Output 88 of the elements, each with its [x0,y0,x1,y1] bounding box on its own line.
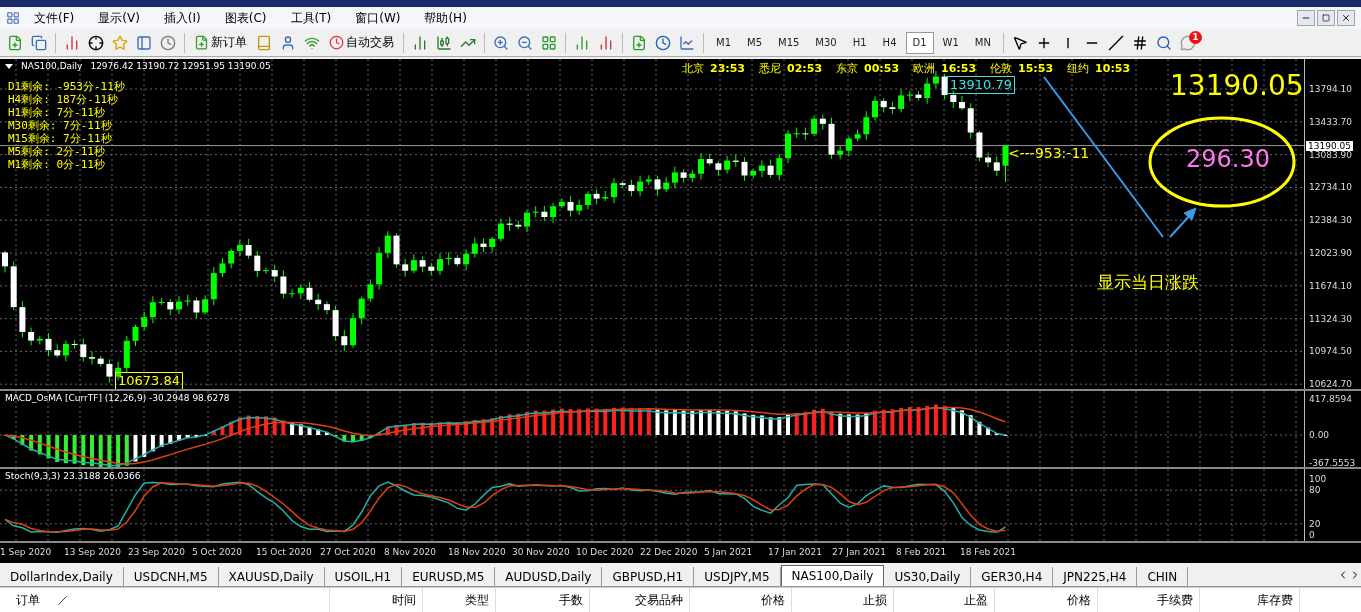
countdown-text: M5剩余: 2分-11秒 [8,145,106,158]
price-axis-label: 10624.70 [1309,379,1352,390]
menu-item[interactable]: 文件(F) [24,9,85,27]
indicator-axis-label: 20 [1309,518,1321,529]
high-price-label: 13910.79 [947,76,1016,94]
date-axis-label: 23 Sep 2020 [128,546,187,559]
timeframe-button[interactable]: M1 [709,31,738,54]
session-clock: 东京 00:53 [836,61,900,76]
price-axis-label: 11324.30 [1309,313,1352,324]
menu-item[interactable]: 显示(V) [88,9,150,27]
timeframe-button[interactable]: M30 [808,31,844,54]
countdown-text: M1剩余: 0分-11秒 [8,158,106,171]
annotation-text: 显示当日涨跌 [1097,271,1199,294]
countdown-marker: <---953:-11 [1008,145,1090,161]
price-axis-label: 10974.50 [1309,346,1352,357]
price-axis-label: 12384.30 [1309,215,1352,226]
price-tag: 13190.05 [1306,140,1353,151]
column-header[interactable]: 时间 [330,588,423,612]
chart-symbol: NAS100,Daily [21,61,83,71]
column-header[interactable]: 类型 [423,588,496,612]
price-axis-label: 13794.10 [1309,84,1352,94]
countdown-text: H4剩余: 187分-11秒 [8,93,120,106]
price-axis-label: 11674.10 [1309,280,1352,291]
timeframe-button[interactable]: M5 [740,31,769,54]
column-header[interactable]: 库存费 [1200,588,1300,612]
date-axis-label: 10 Dec 2020 [576,546,635,559]
timeframe-button[interactable]: H1 [845,31,874,54]
column-header[interactable]: 手续费 [1098,588,1200,612]
new-order-button[interactable]: 新订单 [190,31,251,54]
indicator-axis-label: 80 [1309,485,1321,496]
session-clock: 北京 23:53 [682,61,745,76]
indicator-axis-label: 417.8594 [1309,394,1352,404]
menu-item[interactable]: 帮助(H) [414,9,477,27]
date-axis-label: 8 Feb 2021 [896,546,948,559]
countdown-text: M15剩余: 7分-11秒 [8,132,113,145]
date-axis-label: 8 Nov 2020 [384,546,437,559]
date-axis-label: 27 Oct 2020 [320,546,377,559]
date-axis-label: 22 Dec 2020 [640,546,699,559]
indicator-axis-label: 0 [1309,530,1315,540]
countdown-text: M30剩余: 7分-11秒 [8,119,113,132]
session-clock: 纽约 10:53 [1067,61,1131,76]
column-header[interactable]: 订单 [16,591,40,609]
date-axis-label: 1 Sep 2020 [0,546,53,559]
date-axis-label: 18 Feb 2021 [960,546,1017,559]
session-clock: 悉尼 02:53 [759,61,823,76]
indicator-title: Stoch(9,3,3) 23.3188 26.0366 [5,471,141,481]
date-axis-label: 15 Oct 2020 [256,546,313,559]
date-axis-label: 18 Nov 2020 [448,546,507,559]
price-axis-label: 12734.10 [1309,182,1352,193]
indicator-title: MACD_OsMA [CurrTF] (12,26,9) -30.2948 98.6278 [5,393,230,403]
current-price: 13190.05 [1170,69,1304,102]
menu-item[interactable]: 工具(T) [280,9,342,27]
column-header[interactable]: 手数 [496,588,590,612]
session-clock: 欧洲 16:53 [913,61,977,76]
low-price-label: 10673.84 [115,372,184,389]
indicator-axis-label: -367.5553 [1309,458,1356,468]
column-header[interactable]: 交易品种 [590,588,690,612]
indicator-axis-label: 100 [1309,474,1327,484]
column-header[interactable]: 价格 [690,588,792,612]
date-axis-label: 17 Jan 2021 [768,546,823,559]
date-axis-label: 5 Jan 2021 [704,546,754,559]
date-axis-label: 30 Nov 2020 [512,546,571,559]
menu-item[interactable]: 插入(I) [153,9,211,27]
column-header[interactable]: 价格 [995,588,1098,612]
timeframe-button[interactable]: D1 [905,31,934,54]
messages-button[interactable]: 1 [1176,31,1199,54]
date-axis-label: 5 Oct 2020 [192,546,243,559]
column-header[interactable]: 止盈 [894,588,995,612]
chart-tab[interactable]: NAS100,Daily [780,565,885,586]
indicator-axis-label: 0.00 [1309,430,1330,440]
menu-item[interactable]: 图表(C) [214,9,277,27]
timeframe-button[interactable]: M15 [771,31,807,54]
date-axis-label: 27 Jan 2021 [832,546,887,559]
price-axis-label: 13433.70 [1309,116,1352,127]
session-clock: 伦敦 15:53 [990,61,1054,76]
price-axis-label: 12023.90 [1309,248,1352,258]
price-axis-label: 13083.90 [1309,149,1352,160]
menu-item[interactable]: 窗口(W) [345,9,411,27]
date-axis-label: 13 Sep 2020 [64,546,123,559]
timeframe-button[interactable]: W1 [935,31,966,54]
timeframe-button[interactable]: H4 [875,31,904,54]
auto-trading-button[interactable]: 自动交易 [325,31,398,54]
countdown-text: D1剩余: -953分-11秒 [8,80,125,93]
timeframe-button[interactable]: MN [967,31,998,54]
countdown-text: H1剩余: 7分-11秒 [8,106,106,119]
daily-change: 296.30 [1186,145,1270,173]
ohlc-quote: 12976.42 13190.72 12951.95 13190.05 [90,61,271,71]
column-header[interactable]: 止损 [792,588,894,612]
